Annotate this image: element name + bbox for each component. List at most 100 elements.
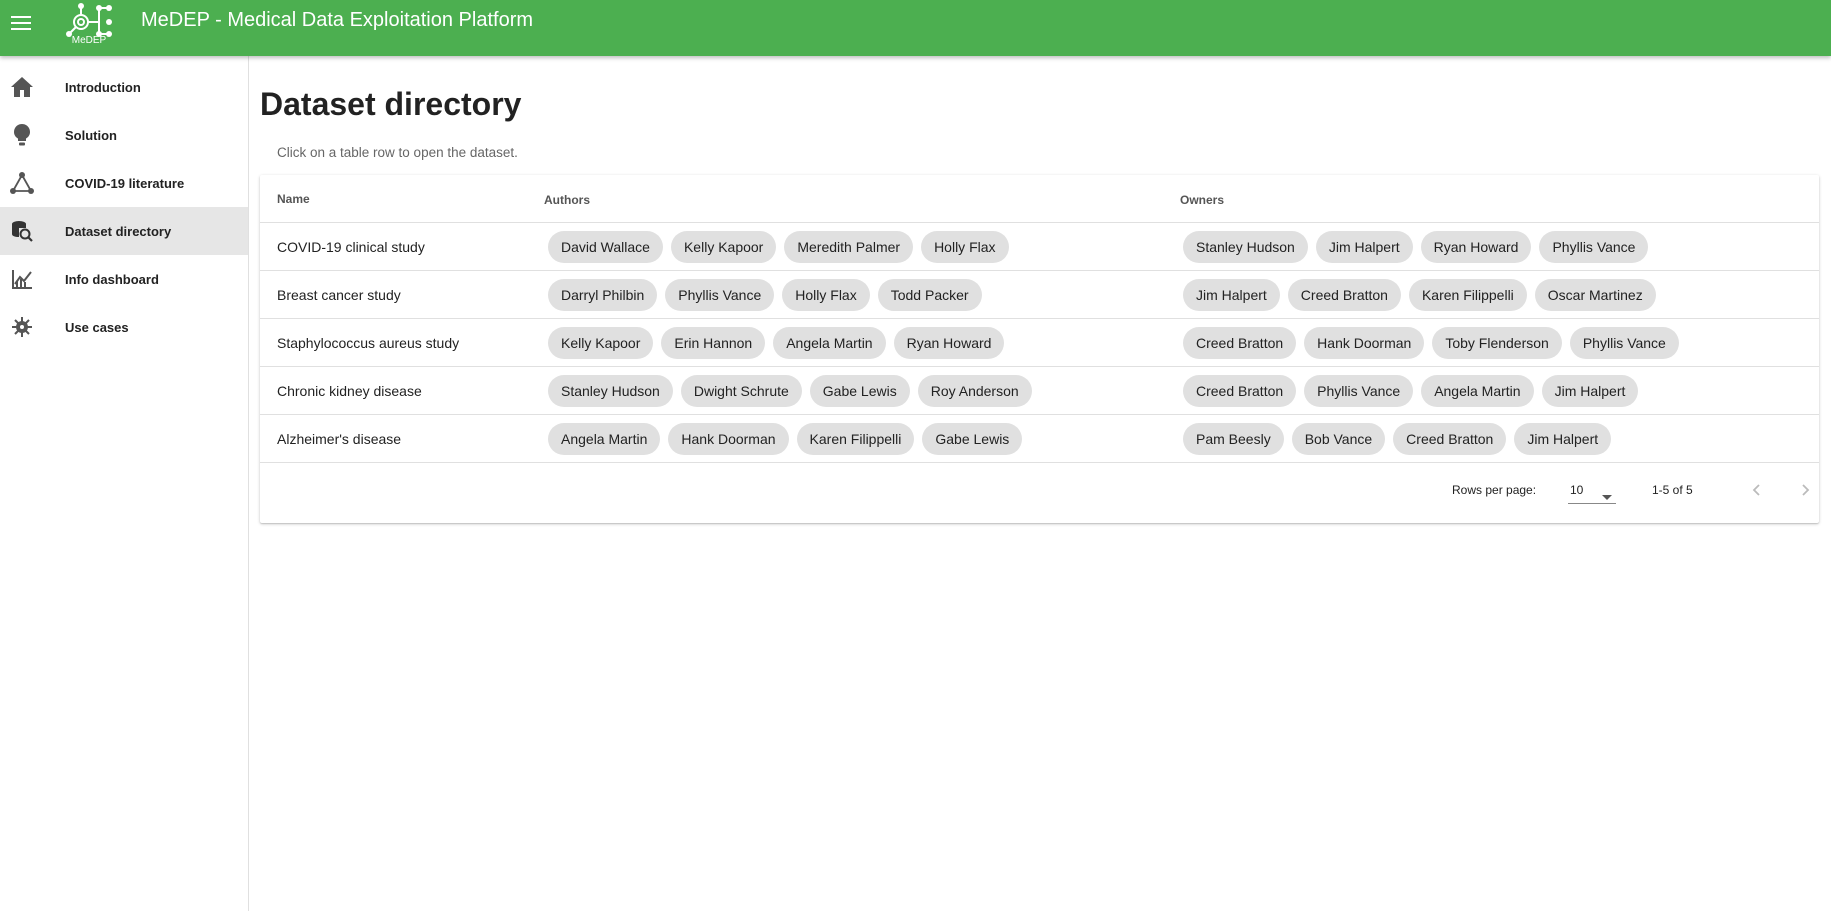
author-chip: Holly Flax	[921, 231, 1009, 263]
table-row[interactable]: Alzheimer's disease Angela Martin Hank Doo…	[260, 415, 1819, 463]
database-search-icon	[10, 219, 34, 243]
next-page-button[interactable]	[1792, 476, 1820, 504]
sidebar-item-info-dashboard[interactable]: Info dashboard	[0, 255, 248, 303]
page-hint: Click on a table row to open the dataset…	[277, 145, 518, 160]
graph-network-icon	[10, 171, 34, 195]
author-chip: Ryan Howard	[893, 327, 1005, 359]
author-chip: Erin Hannon	[661, 327, 766, 359]
owner-chip: Pam Beesly	[1183, 423, 1284, 455]
owner-chip: Jim Halpert	[1315, 231, 1413, 263]
owner-chip: Jim Halpert	[1541, 375, 1639, 407]
authors-chips: Angela Martin Hank Doorman Karen Filippell…	[548, 423, 1023, 455]
owner-chip: Karen Filippelli	[1408, 279, 1527, 311]
authors-chips: Stanley Hudson Dwight Schrute Gabe Lewis Ro…	[548, 375, 1032, 407]
owner-chip: Jim Halpert	[1183, 279, 1280, 311]
sidebar-item-use-cases[interactable]: Use cases	[0, 303, 248, 351]
app-logo: MeDEP	[64, 2, 114, 48]
home-icon	[10, 75, 34, 99]
owner-chip: Ryan Howard	[1420, 231, 1532, 263]
dataset-name: Staphylococcus aureus study	[277, 335, 460, 351]
dataset-name: Breast cancer study	[277, 287, 401, 303]
author-chip: Phyllis Vance	[665, 279, 775, 311]
owner-chip: Hank Doorman	[1304, 327, 1425, 359]
previous-page-button[interactable]	[1742, 476, 1770, 504]
owner-chip: Creed Bratton	[1287, 279, 1401, 311]
sidebar: Introduction Solution COVID-19 literatur…	[0, 56, 249, 911]
author-chip: Roy Anderson	[917, 375, 1032, 407]
owner-chip: Creed Bratton	[1393, 423, 1507, 455]
owner-chip: Phyllis Vance	[1539, 231, 1649, 263]
dataset-name: Alzheimer's disease	[277, 431, 402, 447]
author-chip: Kelly Kapoor	[670, 231, 777, 263]
sidebar-item-label: COVID-19 literature	[65, 175, 185, 191]
sidebar-item-label: Solution	[65, 127, 117, 143]
chevron-left-icon	[1752, 484, 1760, 496]
owners-chips: Pam Beesly Bob Vance Creed Bratton Jim Halp…	[1183, 423, 1612, 455]
author-chip: Gabe Lewis	[809, 375, 910, 407]
logo-icon	[66, 3, 112, 37]
owner-chip: Phyllis Vance	[1569, 327, 1679, 359]
table-row[interactable]: Chronic kidney disease Stanley Hudson Dwig…	[260, 367, 1819, 415]
author-chip: Todd Packer	[877, 279, 982, 311]
column-header-authors[interactable]: Authors	[544, 193, 590, 207]
author-chip: Meredith Palmer	[784, 231, 914, 263]
column-header-owners[interactable]: Owners	[1180, 193, 1224, 207]
owner-chip: Toby Flenderson	[1432, 327, 1562, 359]
owners-chips: Creed Bratton Phyllis Vance Angela Martin J…	[1183, 375, 1639, 407]
owners-chips: Jim Halpert Creed Bratton Karen Filippelli…	[1183, 279, 1656, 311]
owner-chip: Angela Martin	[1421, 375, 1534, 407]
dataset-name: Chronic kidney disease	[277, 383, 422, 399]
owner-chip: Bob Vance	[1291, 423, 1386, 455]
rows-per-page-value: 10	[1570, 483, 1584, 497]
rows-per-page-select[interactable]: 10	[1568, 476, 1616, 504]
table-row[interactable]: Breast cancer study Darryl Philbin Phyllis…	[260, 271, 1819, 319]
sidebar-item-label: Introduction	[65, 79, 141, 95]
owner-chip: Jim Halpert	[1514, 423, 1612, 455]
owner-chip: Stanley Hudson	[1183, 231, 1308, 263]
author-chip: Darryl Philbin	[548, 279, 658, 311]
app-bar: MeDEP MeDEP - Medical Data Exploitation …	[0, 0, 1831, 56]
author-chip: Angela Martin	[548, 423, 661, 455]
author-chip: Gabe Lewis	[922, 423, 1023, 455]
column-header-name[interactable]: Name	[277, 192, 310, 206]
lightbulb-icon	[10, 123, 34, 147]
table-row[interactable]: COVID-19 clinical study David Wallace Kell…	[260, 223, 1819, 271]
author-chip: Angela Martin	[773, 327, 886, 359]
logo-text: MeDEP	[71, 35, 107, 46]
sidebar-item-label: Info dashboard	[65, 271, 159, 287]
chevron-down-icon	[1602, 487, 1612, 505]
owners-chips: Creed Bratton Hank Doorman Toby Flenderson…	[1183, 327, 1679, 359]
owner-chip: Creed Bratton	[1183, 327, 1297, 359]
author-chip: David Wallace	[548, 231, 663, 263]
table-row[interactable]: Staphylococcus aureus study Kelly Kapoor E…	[260, 319, 1819, 367]
chart-line-icon	[10, 267, 34, 291]
owner-chip: Oscar Martinez	[1534, 279, 1656, 311]
virus-icon	[10, 315, 34, 339]
dataset-table: Name Authors Owners COVID-19 clinical st…	[260, 175, 1819, 523]
author-chip: Kelly Kapoor	[548, 327, 654, 359]
author-chip: Karen Filippelli	[796, 423, 915, 455]
page-title: Dataset directory	[260, 86, 522, 122]
sidebar-item-dataset-directory[interactable]: Dataset directory	[0, 207, 248, 255]
rows-per-page-label: Rows per page:	[1452, 483, 1537, 497]
app-title: MeDEP - Medical Data Exploitation Platfo…	[141, 9, 534, 31]
authors-chips: David Wallace Kelly Kapoor Meredith Palmer…	[548, 231, 1009, 263]
table-header: Name Authors Owners	[260, 175, 1819, 223]
table-pagination: Rows per page: 10 1-5 of 5	[260, 464, 1819, 520]
owner-chip: Creed Bratton	[1183, 375, 1297, 407]
menu-icon[interactable]	[0, 2, 42, 44]
dataset-name: COVID-19 clinical study	[277, 239, 425, 255]
sidebar-item-covid-literature[interactable]: COVID-19 literature	[0, 159, 248, 207]
sidebar-item-label: Dataset directory	[65, 223, 172, 239]
author-chip: Holly Flax	[782, 279, 870, 311]
author-chip: Stanley Hudson	[548, 375, 673, 407]
author-chip: Hank Doorman	[668, 423, 789, 455]
chevron-right-icon	[1802, 484, 1810, 496]
sidebar-item-solution[interactable]: Solution	[0, 111, 248, 159]
pagination-range: 1-5 of 5	[1652, 483, 1693, 497]
owner-chip: Phyllis Vance	[1304, 375, 1414, 407]
sidebar-item-introduction[interactable]: Introduction	[0, 63, 248, 111]
author-chip: Dwight Schrute	[680, 375, 802, 407]
sidebar-item-label: Use cases	[65, 319, 129, 335]
authors-chips: Kelly Kapoor Erin Hannon Angela Martin Ryan…	[548, 327, 1005, 359]
